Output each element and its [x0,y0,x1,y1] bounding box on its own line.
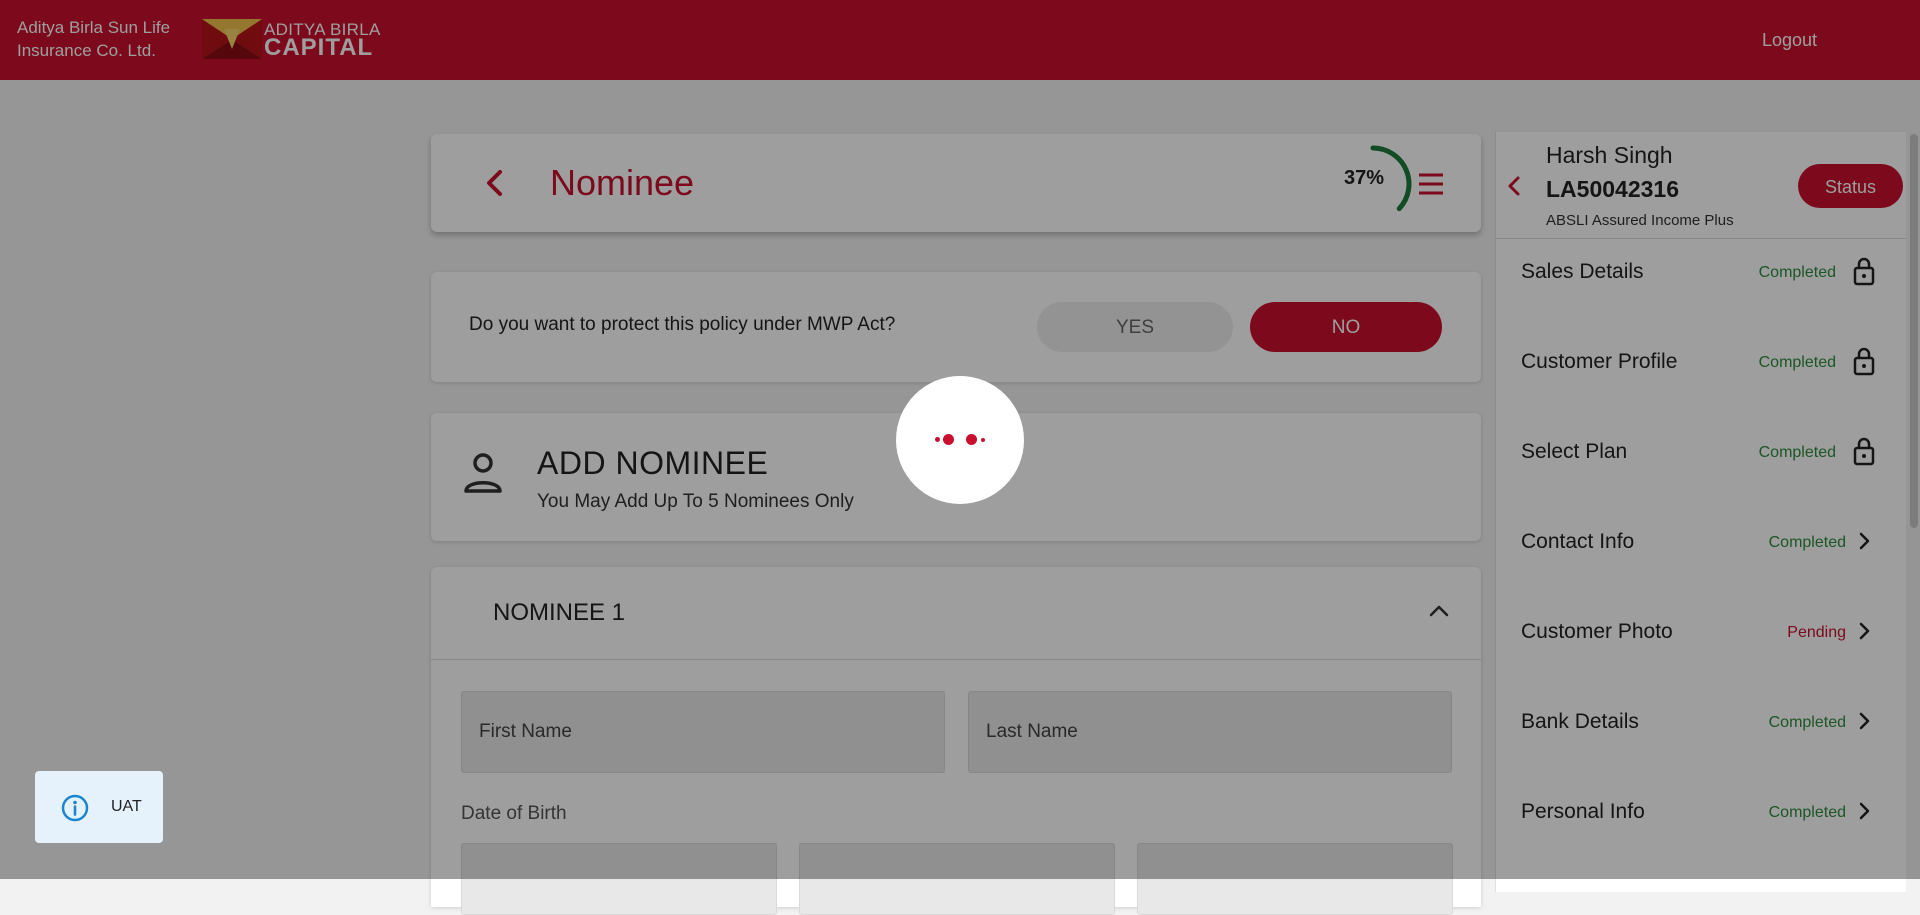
loading-dot [935,437,940,442]
loading-dot [943,434,954,445]
info-icon [61,794,89,822]
environment-label: UAT [111,798,142,815]
loading-dot [966,434,977,445]
environment-badge: UAT [35,771,163,843]
loading-spinner [896,376,1024,504]
loading-dot [981,438,985,442]
